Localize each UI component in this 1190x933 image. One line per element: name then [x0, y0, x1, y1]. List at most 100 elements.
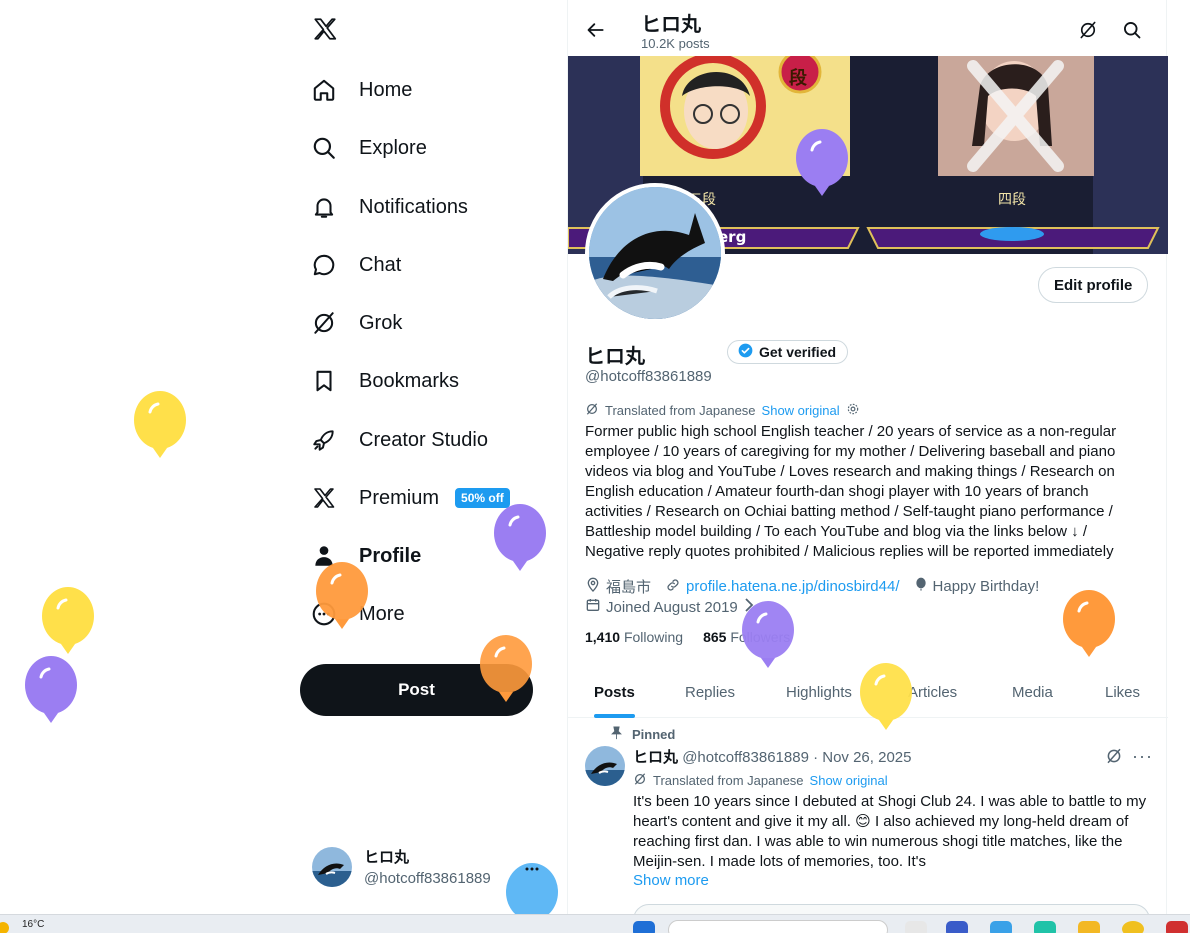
more-options-icon[interactable]: ··· — [1132, 746, 1153, 767]
profile-location: 福島市 — [606, 579, 652, 596]
profile-header-bar: ヒロ丸 10.2K posts — [568, 0, 1168, 56]
balloon-icon — [914, 577, 928, 597]
rocket-icon — [310, 426, 338, 454]
nav-label-bookmarks: Bookmarks — [359, 369, 460, 392]
tab-replies[interactable]: Replies — [685, 666, 735, 718]
app-icon[interactable] — [1122, 921, 1144, 933]
pinned-label: Pinned — [632, 727, 676, 742]
nav-label-home: Home — [359, 78, 413, 101]
get-verified-button[interactable]: Get verified — [727, 340, 849, 364]
avatar[interactable] — [585, 746, 625, 786]
orange-balloon-icon — [1063, 590, 1115, 657]
nav-item-creator-studio[interactable]: Creator Studio — [310, 418, 488, 462]
app-icon[interactable] — [946, 921, 968, 933]
tweet-author-name[interactable]: ヒロ丸 — [633, 749, 678, 766]
orange-balloon-icon — [480, 635, 532, 702]
profile-joined: Joined August 2019 — [606, 598, 738, 616]
search-icon[interactable] — [1122, 20, 1142, 45]
purple-balloon-icon — [494, 504, 546, 571]
file-explorer-icon[interactable] — [1078, 921, 1100, 933]
chat-bubble-icon — [310, 251, 338, 279]
x-logo-icon — [310, 484, 338, 512]
nav-label-notifications: Notifications — [359, 195, 468, 218]
link-icon — [665, 577, 681, 597]
location-pin-icon — [585, 577, 601, 597]
profile-bio: Former public high school English teache… — [585, 423, 1117, 560]
account-handle: @hotcoff83861889 — [364, 870, 491, 887]
following-label: Following — [623, 629, 684, 645]
x-logo-icon[interactable] — [312, 16, 340, 44]
weather-sun-icon[interactable] — [0, 922, 9, 933]
tweet-translation-note: Translated from Japanese Show original — [633, 772, 888, 789]
taskbar-search-input[interactable] — [668, 920, 888, 933]
app-icon[interactable] — [1166, 921, 1188, 933]
edit-profile-button[interactable]: Edit profile — [1038, 267, 1149, 303]
get-verified-label: Get verified — [759, 344, 837, 360]
purple-balloon-icon — [742, 601, 794, 668]
show-more-link[interactable]: Show more — [633, 872, 709, 889]
blue-balloon-icon — [506, 863, 558, 918]
show-original-link[interactable]: Show original — [762, 403, 840, 418]
nav-item-grok[interactable]: Grok — [310, 301, 402, 345]
back-arrow-icon[interactable] — [586, 20, 606, 45]
header-profile-name: ヒロ丸 — [641, 14, 701, 36]
header-post-count: 10.2K posts — [641, 36, 710, 51]
banner-rank-badge: 段 — [789, 67, 808, 89]
tab-media[interactable]: Media — [1012, 666, 1053, 718]
nav-item-premium[interactable]: Premium 50% off — [310, 476, 510, 520]
os-taskbar: 16°C — [0, 914, 1190, 933]
pin-icon — [611, 726, 622, 743]
account-name: ヒロ丸 — [364, 849, 410, 866]
verified-badge-icon — [738, 343, 753, 361]
nav-label-creator-studio: Creator Studio — [359, 428, 488, 451]
bookmark-icon — [310, 367, 338, 395]
profile-meta: 福島市 profile.hatena.ne.jp/dinosbird44/ Ha… — [585, 576, 1053, 597]
grok-icon[interactable] — [1105, 747, 1123, 770]
app-icon[interactable] — [990, 921, 1012, 933]
tab-articles[interactable]: Articles — [908, 666, 957, 718]
nav-label-chat: Chat — [359, 253, 402, 276]
nav-label-grok: Grok — [359, 311, 403, 334]
left-navigation: Home Explore Notifications Chat Grok Boo… — [300, 0, 560, 933]
purple-balloon-icon — [25, 656, 77, 723]
grok-icon — [585, 402, 599, 419]
windows-start-icon[interactable] — [633, 921, 655, 933]
edge-browser-icon[interactable] — [1034, 921, 1056, 933]
profile-avatar[interactable] — [585, 183, 725, 323]
tab-highlights[interactable]: Highlights — [786, 666, 852, 718]
following-link[interactable]: 1,410 Following — [585, 629, 683, 645]
home-icon — [310, 76, 338, 104]
nav-item-chat[interactable]: Chat — [310, 243, 401, 287]
tab-likes[interactable]: Likes — [1105, 666, 1140, 718]
gear-icon[interactable] — [846, 402, 860, 419]
tweet-show-original-link[interactable]: Show original — [810, 773, 888, 788]
tab-posts[interactable]: Posts — [594, 666, 635, 718]
weather-temperature[interactable]: 16°C — [22, 919, 44, 930]
tweet-text: It's been 10 years since I debuted at Sh… — [633, 793, 1147, 870]
nav-item-bookmarks[interactable]: Bookmarks — [310, 359, 459, 403]
following-count: 1,410 — [585, 629, 621, 645]
search-icon — [310, 134, 338, 162]
banner-right-rank: 四段 — [998, 192, 1026, 208]
nav-label-explore: Explore — [359, 136, 427, 159]
avatar — [312, 846, 352, 887]
profile-column: ヒロ丸 10.2K posts 段 三段 四段 erg Edit profile… — [567, 0, 1168, 933]
profile-website-link[interactable]: profile.hatena.ne.jp/dinosbird44/ — [686, 578, 900, 595]
nav-item-notifications[interactable]: Notifications — [310, 185, 468, 229]
yellow-balloon-icon — [860, 663, 912, 730]
account-switcher[interactable]: ヒロ丸 @hotcoff83861889 — [312, 846, 491, 887]
bio-translation-note: Translated from Japanese Show original — [585, 402, 860, 419]
translated-label: Translated from Japanese — [605, 403, 756, 418]
followers-count: 865 — [703, 629, 727, 645]
orange-balloon-icon — [316, 562, 368, 629]
grok-icon — [633, 772, 647, 789]
nav-item-home[interactable]: Home — [310, 68, 412, 112]
yellow-balloon-icon — [134, 391, 186, 458]
task-view-icon[interactable] — [905, 921, 927, 933]
nav-item-explore[interactable]: Explore — [310, 126, 427, 170]
grok-icon[interactable] — [1078, 20, 1098, 45]
profile-name: ヒロ丸 — [585, 346, 645, 368]
tweet-header: ヒロ丸 @hotcoff83861889 · Nov 26, 2025 — [633, 746, 911, 767]
pinned-indicator: Pinned — [611, 726, 675, 743]
tweet-handle-date: @hotcoff83861889 · Nov 26, 2025 — [682, 749, 912, 766]
